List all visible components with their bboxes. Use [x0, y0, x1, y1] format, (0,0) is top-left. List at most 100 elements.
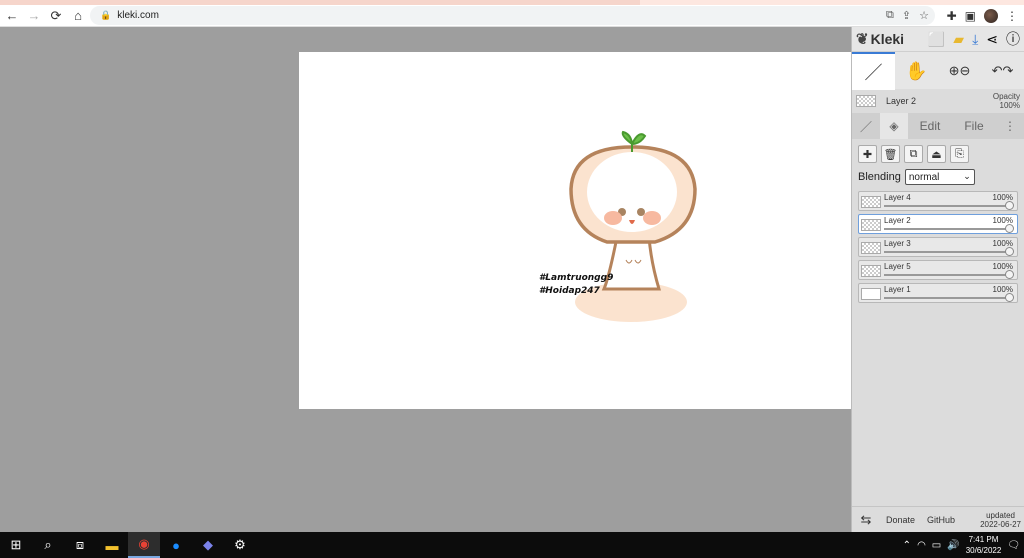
current-layer-opacity[interactable]: Opacity 100% — [993, 92, 1020, 110]
slider-knob[interactable] — [1005, 247, 1014, 256]
zalo-icon[interactable]: ● — [160, 532, 192, 558]
clock[interactable]: 7:41 PM 30/6/2022 — [966, 534, 1002, 556]
brand-row: ❦ Kleki ⬜ ▰ ⤓ ⋖ ⓘ — [852, 27, 1024, 51]
layer-item[interactable]: Layer 4 100% — [858, 191, 1018, 211]
more-icon: ⋮ — [1004, 119, 1016, 133]
undo-redo-buttons[interactable]: ↶↷ — [981, 52, 1024, 90]
tab-layers[interactable]: ◈ — [880, 113, 908, 139]
task-view-icon[interactable]: ⧈ — [64, 532, 96, 558]
blending-row: Blending normal ⌄ — [858, 169, 1018, 185]
merge-icon: ⏏ — [931, 148, 942, 161]
rename-layer-button[interactable]: ⎘ — [950, 145, 969, 163]
blending-select[interactable]: normal ⌄ — [904, 169, 975, 185]
notification-icon[interactable]: 🗨 — [1007, 540, 1020, 551]
layer-item-selected[interactable]: Layer 2 100% — [858, 214, 1018, 234]
plus-icon: ✚ — [862, 148, 873, 161]
save-icon[interactable]: ▰ — [953, 31, 964, 48]
brush-tool-button[interactable]: ／ — [852, 52, 895, 90]
layer-item[interactable]: Layer 5 100% — [858, 260, 1018, 280]
tab-edit[interactable]: Edit — [908, 113, 952, 139]
settings-gear-icon[interactable]: ⚙ — [224, 532, 256, 558]
layer-name: Layer 4 — [884, 193, 911, 202]
slider-knob[interactable] — [1005, 293, 1014, 302]
extensions-icon[interactable]: ✚ — [947, 9, 957, 23]
layer-name: Layer 5 — [884, 262, 911, 271]
layer-item[interactable]: Layer 3 100% — [858, 237, 1018, 257]
chevron-up-icon[interactable]: ⌃ — [903, 540, 911, 551]
clock-date: 30/6/2022 — [965, 546, 1002, 555]
layer-name: Layer 2 — [884, 216, 911, 225]
reload-button[interactable]: ⟳ — [46, 6, 66, 26]
github-link[interactable]: GitHub — [921, 515, 961, 525]
layer-thumb — [861, 242, 881, 254]
new-image-icon[interactable]: ⬜ — [928, 31, 945, 48]
delete-layer-button[interactable]: 🗑 — [881, 145, 900, 163]
drawing-artwork: #Lamtruongg9 #Hoidap247 — [539, 130, 697, 322]
canvas-hashtag-2: #Hoidap247 — [539, 286, 601, 296]
current-layer-thumb — [856, 95, 876, 107]
slider-knob[interactable] — [1005, 224, 1014, 233]
tab-more[interactable]: ⋮ — [996, 113, 1024, 139]
file-explorer-icon[interactable]: ▬ — [96, 532, 128, 558]
kleki-brand-text: Kleki — [870, 31, 905, 47]
updated-label: updated — [986, 510, 1015, 520]
layer-opacity-slider[interactable] — [884, 205, 1011, 207]
opacity-label: Opacity — [992, 92, 1020, 101]
brush-tab-icon: ／ — [859, 119, 872, 134]
clock-time: 7:41 PM — [968, 535, 999, 544]
back-button[interactable]: ← — [2, 6, 22, 26]
share-icon[interactable]: ⇪ — [902, 9, 911, 22]
start-windows-icon[interactable]: ⊞ — [0, 532, 32, 558]
help-icon[interactable]: ⓘ — [1006, 29, 1020, 49]
swap-side-icon[interactable]: ⇆ — [852, 512, 880, 528]
slider-knob[interactable] — [1005, 270, 1014, 279]
current-layer-name: Layer 2 — [886, 96, 917, 106]
windows-taskbar: ⊞ ⌕ ⧈ ▬ ◉ ● ◆ ⚙ ⌃ ◠ ▭ 🔊 7:41 PM 30/6/202… — [0, 532, 1024, 558]
layer-thumb — [861, 219, 881, 231]
drawing-blush-left — [604, 211, 622, 225]
kleki-logo[interactable]: ❦ Kleki — [856, 30, 904, 48]
search-icon[interactable]: ⌕ — [32, 532, 64, 558]
chrome-icon[interactable]: ◉ — [128, 532, 160, 558]
battery-icon[interactable]: ▭ — [932, 540, 941, 551]
side-panel-icon[interactable]: ▣ — [965, 9, 976, 23]
tab-brush[interactable]: ／ — [852, 113, 880, 139]
download-icon[interactable]: ⤓ — [972, 31, 978, 48]
layer-item[interactable]: Layer 1 100% — [858, 283, 1018, 303]
share-icon[interactable]: ⋖ — [986, 31, 998, 48]
drawing-eye-right — [637, 208, 645, 216]
blending-label: Blending — [858, 171, 901, 183]
duplicate-layer-button[interactable]: ⧉ — [904, 145, 923, 163]
translate-icon[interactable]: ⧉ — [886, 9, 894, 22]
teams-icon[interactable]: ◆ — [192, 532, 224, 558]
slider-knob[interactable] — [1005, 201, 1014, 210]
bookmark-star-icon[interactable]: ☆ — [919, 9, 929, 22]
merge-layer-button[interactable]: ⏏ — [927, 145, 946, 163]
address-bar[interactable]: 🔒 kleki.com ⧉ ⇪ ☆ — [90, 6, 935, 25]
layer-actions: ✚ 🗑 ⧉ ⏏ ⎘ — [858, 145, 1018, 163]
home-button[interactable]: ⌂ — [68, 6, 88, 26]
wifi-icon[interactable]: ◠ — [917, 540, 926, 551]
layer-thumb — [861, 196, 881, 208]
layer-opacity-slider[interactable] — [884, 228, 1011, 230]
donate-link[interactable]: Donate — [880, 515, 921, 525]
forward-button[interactable]: → — [24, 6, 44, 26]
url-text: kleki.com — [117, 10, 159, 21]
canvas-hashtag-1: #Lamtruongg9 — [539, 273, 613, 283]
layer-list: Layer 4 100% Layer 2 100% Layer 3 100% L… — [858, 191, 1018, 303]
profile-avatar[interactable] — [984, 9, 998, 23]
layer-opacity-slider[interactable] — [884, 274, 1011, 276]
add-layer-button[interactable]: ✚ — [858, 145, 877, 163]
layer-opacity-slider[interactable] — [884, 251, 1011, 253]
lock-icon: 🔒 — [100, 10, 112, 20]
zoom-buttons[interactable]: ⊕⊖ — [938, 52, 981, 90]
updated-info[interactable]: updated 2022-06-27 — [980, 511, 1024, 529]
drawing-canvas[interactable]: #Lamtruongg9 #Hoidap247 — [299, 52, 851, 409]
layer-opacity-slider[interactable] — [884, 297, 1011, 299]
tab-file[interactable]: File — [952, 113, 996, 139]
zoom-in-out-icon: ⊕⊖ — [948, 63, 971, 78]
menu-kebab-icon[interactable]: ⋮ — [1006, 9, 1018, 23]
hand-tool-button[interactable]: ✋ — [895, 52, 938, 90]
rename-icon: ⎘ — [955, 147, 964, 160]
volume-icon[interactable]: 🔊 — [947, 540, 959, 551]
